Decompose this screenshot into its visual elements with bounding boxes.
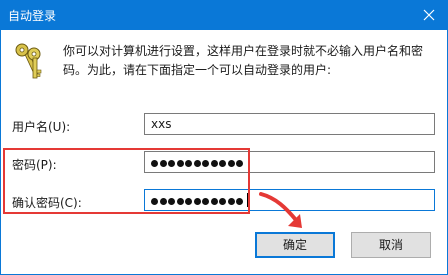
username-label: 用户名(U): — [12, 120, 71, 134]
window-title: 自动登录 — [8, 9, 57, 23]
cancel-button[interactable]: 取消 — [351, 232, 431, 258]
info-line-1: 你可以对计算机进行设置，这样用户在登录时就不必输入用户名和密 — [63, 44, 424, 58]
info-line-2: 码。为此，请在下面指定一个可以自动登录的用户: — [63, 63, 332, 77]
close-button[interactable] — [410, 0, 448, 30]
keys-icon — [15, 43, 42, 79]
username-field[interactable]: xxs — [144, 113, 435, 135]
ok-button[interactable]: 确定 — [255, 232, 335, 258]
title-bar: 自动登录 — [0, 0, 448, 30]
info-text: 你可以对计算机进行设置，这样用户在登录时就不必输入用户名和密 码。为此，请在下面… — [63, 42, 435, 80]
annotation-highlight-box — [3, 148, 250, 214]
close-icon — [423, 9, 435, 21]
username-value: xxs — [151, 117, 172, 131]
arrow-icon — [259, 192, 302, 228]
